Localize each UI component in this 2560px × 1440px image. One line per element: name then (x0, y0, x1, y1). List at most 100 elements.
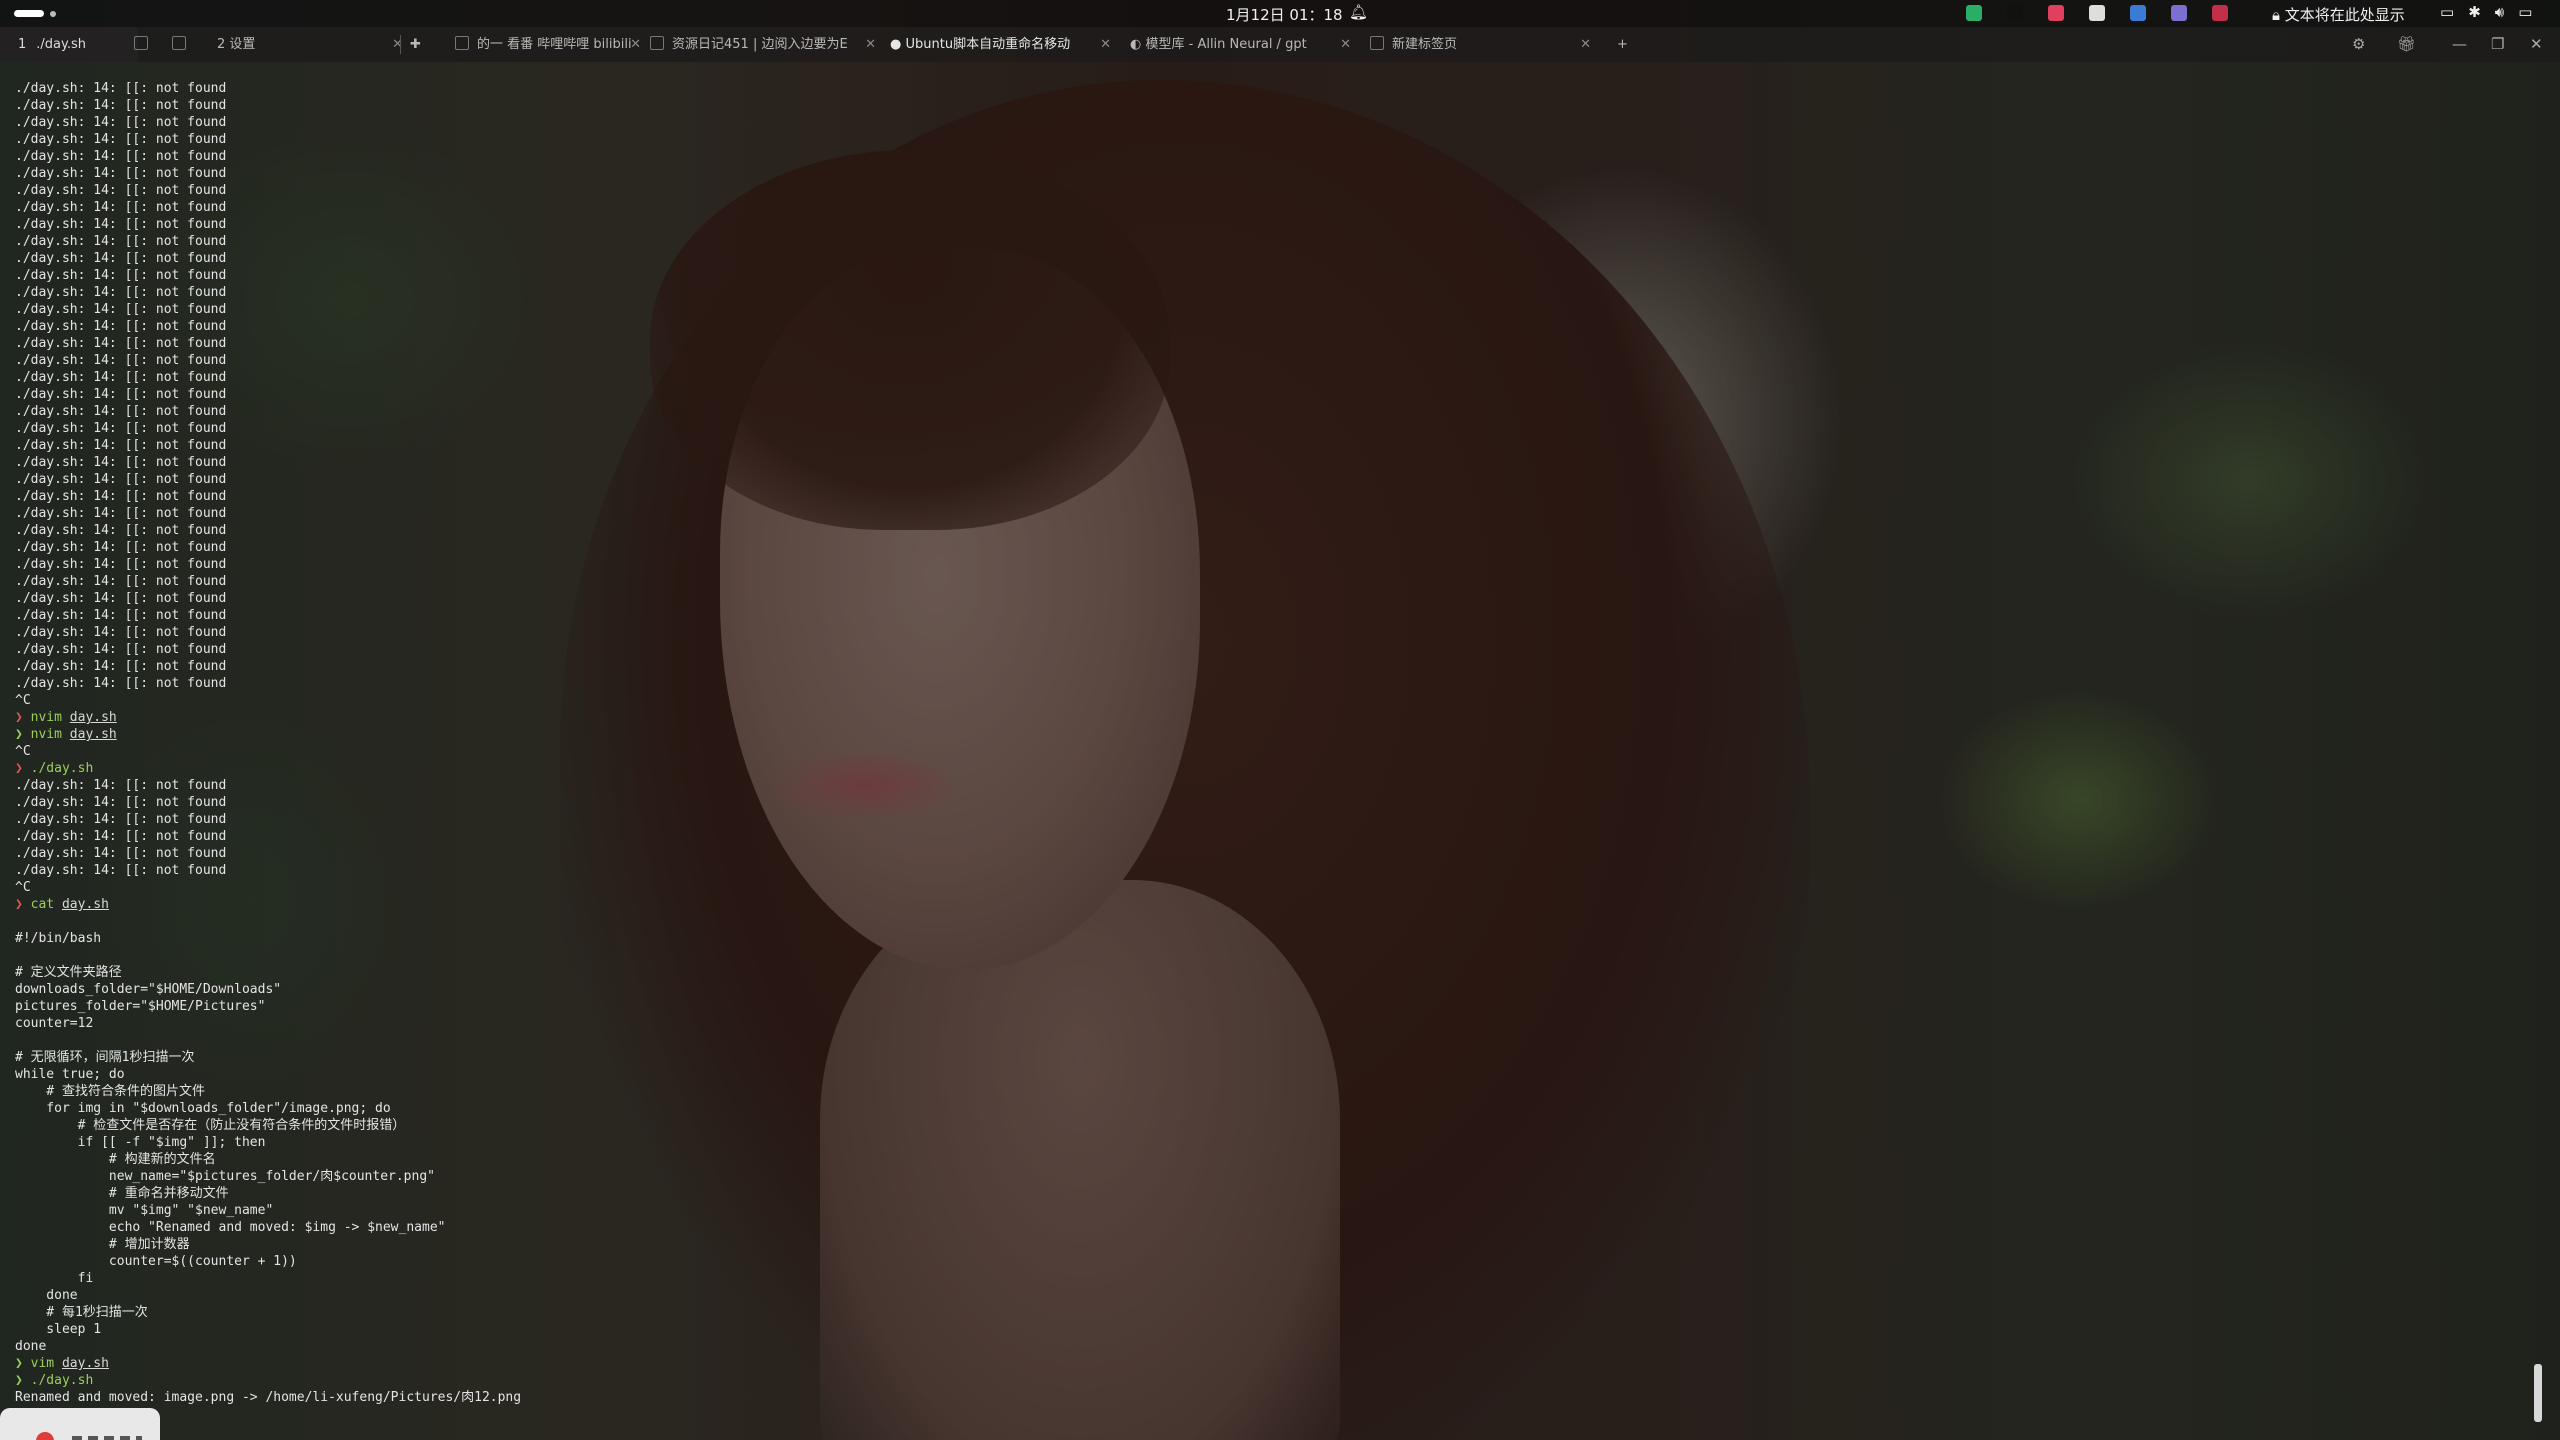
interrupt-line: ^C (15, 743, 715, 760)
terminal-text: ./day.sh: 14: [[: not found (15, 166, 227, 181)
terminal-text: ./day.sh: 14: [[: not found (15, 387, 227, 402)
tab-model-library[interactable]: ◐ 模型库 - Allin Neural / gpt ✕ (1130, 27, 1355, 62)
tab-resource-diary[interactable]: 资源日记451 | 边阅入边要为E ✕ (650, 27, 880, 62)
screen-icon[interactable]: ▭ (2440, 3, 2468, 21)
error-line: ./day.sh: 14: [[: not found (15, 352, 715, 369)
terminal-scrollbar[interactable] (2534, 1364, 2542, 1422)
error-line: ./day.sh: 14: [[: not found (15, 318, 715, 335)
terminal-text: ./day.sh: 14: [[: not found (15, 778, 227, 793)
globe-icon: ● (890, 37, 906, 52)
bluetooth-icon[interactable]: ✱ (2468, 3, 2495, 21)
script-line: counter=12 (15, 1015, 715, 1032)
notification-bell-icon[interactable]: 🔔︎ (1349, 3, 1368, 21)
tray-app-icon[interactable] (2048, 5, 2064, 21)
terminal-text: ./day.sh: 14: [[: not found (15, 557, 227, 572)
tray-text-label: 文本将在此处显示 (2284, 6, 2405, 24)
terminal-text: for img in "$downloads_folder"/image.png… (15, 1101, 391, 1116)
terminal-text: ./day.sh: 14: [[: not found (15, 625, 227, 640)
minimize-icon[interactable]: — (2452, 27, 2467, 62)
error-line: ./day.sh: 14: [[: not found (15, 199, 715, 216)
error-line: ./day.sh: 14: [[: not found (15, 420, 715, 437)
tab-label: 模型库 - Allin Neural / gpt (1145, 37, 1307, 52)
close-icon[interactable]: ✕ (630, 27, 641, 62)
terminal-text: ./day.sh: 14: [[: not found (15, 319, 227, 334)
tray-app-icon[interactable] (2089, 5, 2105, 21)
error-line: ./day.sh: 14: [[: not found (15, 675, 715, 692)
error-line: ./day.sh: 14: [[: not found (15, 165, 715, 182)
script-line: # 每1秒扫描一次 (15, 1304, 715, 1321)
workspace-indicator[interactable] (50, 11, 56, 17)
terminal-text: ./day.sh: 14: [[: not found (15, 234, 227, 249)
restore-icon[interactable]: ❐ (2491, 27, 2504, 62)
error-line: ./day.sh: 14: [[: not found (15, 335, 715, 352)
terminal-text: ./day.sh: 14: [[: not found (15, 98, 227, 113)
tab-ubuntu-script[interactable]: ● Ubuntu脚本自动重命名移动 ✕ (890, 27, 1115, 62)
volume-icon[interactable]: 🔊︎ (2495, 3, 2518, 21)
terminal-text: ./day.sh: 14: [[: not found (15, 115, 227, 130)
terminal-text: ./day.sh: 14: [[: not found (15, 846, 227, 861)
workspace-indicator-active[interactable] (14, 10, 44, 17)
tab-label: 2 设置 (217, 37, 256, 52)
script-line: pictures_folder="$HOME/Pictures" (15, 998, 715, 1015)
error-line: ./day.sh: 14: [[: not found (15, 624, 715, 641)
script-line: # 检查文件是否存在（防止没有符合条件的文件时报错） (15, 1117, 715, 1134)
close-window-icon[interactable]: ✕ (2530, 27, 2543, 62)
tray-app-icon[interactable] (2171, 5, 2187, 21)
error-line: ./day.sh: 14: [[: not found (15, 573, 715, 590)
new-tab-button[interactable]: + (1617, 27, 1637, 62)
tray-app-icon[interactable] (2212, 5, 2228, 21)
tab-split-icon-2[interactable] (172, 27, 198, 62)
command-argument: day.sh (61, 1356, 109, 1371)
tab-bilibili[interactable]: 的一 看番 哔哩哔哩 bilibili ✕ (455, 27, 645, 62)
terminal-text: ./day.sh: 14: [[: not found (15, 353, 227, 368)
tab-split-icon[interactable] (134, 27, 160, 62)
error-line: ./day.sh: 14: [[: not found (15, 556, 715, 573)
tray-app-icon[interactable] (2130, 5, 2146, 21)
terminal-text: ./day.sh: 14: [[: not found (15, 217, 227, 232)
script-line: #!/bin/bash (15, 930, 715, 947)
error-line: ./day.sh: 14: [[: not found (15, 811, 715, 828)
tray-text-indicator[interactable]: 🔒︎ 文本将在此处显示 (2272, 4, 2405, 25)
close-icon[interactable]: ✕ (865, 27, 876, 62)
tab-label: 的一 看番 哔哩哔哩 bilibili (477, 37, 632, 52)
tab-terminal[interactable]: 1 ./day.sh (0, 27, 138, 62)
terminal-text: ./day.sh: 14: [[: not found (15, 829, 227, 844)
clock[interactable]: 1月12日 01：18 (1226, 4, 1343, 25)
tab-settings[interactable]: 2 设置 ✕ (205, 27, 407, 62)
tray-app-icon[interactable] (2007, 5, 2023, 21)
terminal-text: ./day.sh: 14: [[: not found (15, 608, 227, 623)
terminal-text: ^C (15, 744, 31, 759)
prompt-symbol: ❯ (15, 897, 31, 912)
close-icon[interactable]: ✕ (1100, 27, 1111, 62)
close-icon[interactable]: ✕ (1340, 27, 1351, 62)
terminal-text: ./day.sh: 14: [[: not found (15, 591, 227, 606)
record-icon[interactable] (36, 1432, 54, 1440)
prompt-line: ❯ nvim day.sh (15, 726, 715, 743)
window-icon (172, 36, 186, 50)
close-icon[interactable]: ✕ (1580, 27, 1591, 62)
close-icon[interactable]: ✕ (392, 27, 403, 62)
error-line: ./day.sh: 14: [[: not found (15, 250, 715, 267)
bottom-dock-widget[interactable] (0, 1408, 160, 1440)
window-icon (1370, 36, 1384, 50)
battery-icon[interactable]: ▭ (2518, 3, 2546, 21)
terminal-text: ./day.sh: 14: [[: not found (15, 523, 227, 538)
prompt-symbol: ❯ (15, 727, 31, 742)
terminal-text: counter=$((counter + 1)) (15, 1254, 297, 1269)
tab-new-tab[interactable]: 新建标签页 ✕ (1370, 27, 1595, 62)
prompt-line: ❯ ./day.sh (15, 760, 715, 777)
error-line: ./day.sh: 14: [[: not found (15, 522, 715, 539)
window-icon (455, 36, 469, 50)
prompt-line: ❯ nvim day.sh (15, 709, 715, 726)
tray-app-icon[interactable] (1966, 5, 1982, 21)
window-icon (134, 36, 148, 50)
tab-blank[interactable]: ✚ (410, 27, 445, 62)
terminal-output[interactable]: ./day.sh: 14: [[: not found ./day.sh: 14:… (15, 80, 715, 1406)
script-line: # 增加计数器 (15, 1236, 715, 1253)
command: nvim (30, 710, 62, 725)
gift-icon[interactable]: 🎁︎ (2397, 27, 2416, 62)
plus-icon: ✚ (410, 37, 421, 52)
gear-icon[interactable]: ⚙ (2352, 27, 2365, 62)
system-status-icons[interactable]: ▭✱🔊︎▭ (2440, 3, 2546, 21)
